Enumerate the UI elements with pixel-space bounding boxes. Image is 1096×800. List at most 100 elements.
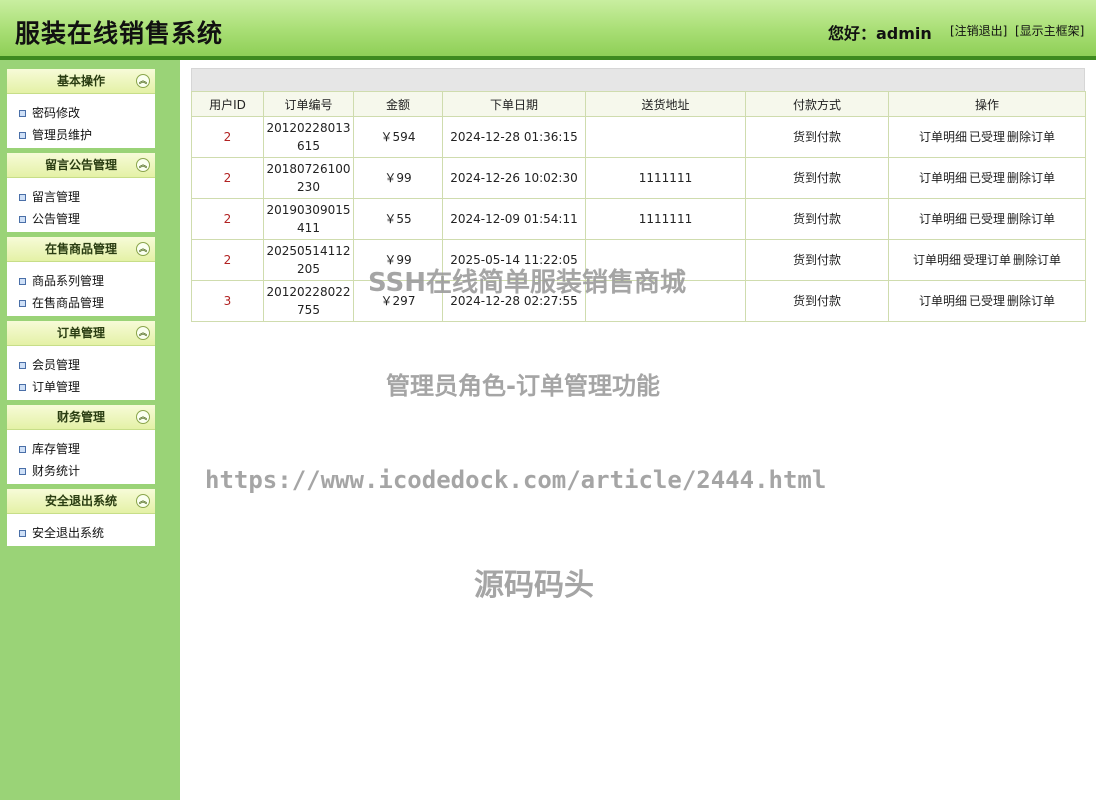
menu-item-label: 公告管理 [32,212,80,226]
panel-finance: 财务管理 ︽ 库存管理 财务统计 [7,405,155,484]
delete-order-link[interactable]: 删除订单 [1013,253,1061,267]
table-row: 2 20190309015411 ￥55 2024-12-09 01:54:11… [192,199,1086,240]
order-detail-link[interactable]: 订单明细 [919,294,967,308]
header-bar: 服装在线销售系统 您好：admin [注销退出] [显示主框架] [0,0,1096,60]
panel-basic-ops: 基本操作 ︽ 密码修改 管理员维护 [7,69,155,148]
delete-order-link[interactable]: 删除订单 [1007,212,1055,226]
address-cell: 1111111 [586,199,746,240]
order-date-cell: 2024-12-28 01:36:15 [443,117,586,158]
actions-cell: 订单明细已受理删除订单 [889,117,1086,158]
accepted-link[interactable]: 已受理 [969,130,1005,144]
bullet-icon [19,468,26,475]
accepted-link[interactable]: 已受理 [969,171,1005,185]
show-main-frame-link[interactable]: [显示主框架] [1015,22,1084,39]
panel-title: 留言公告管理 [45,158,117,172]
column-header: 操作 [889,92,1086,117]
user-id-cell: 3 [192,281,264,322]
amount-cell: ￥99 [354,158,443,199]
menu-item-products-on-sale[interactable]: 在售商品管理 [7,292,155,314]
panel-title: 订单管理 [57,326,105,340]
menu-item-label: 库存管理 [32,442,80,456]
menu-item-label: 会员管理 [32,358,80,372]
menu-item-label: 在售商品管理 [32,296,104,310]
panel-header[interactable]: 安全退出系统 ︽ [7,489,155,514]
orders-table: 用户ID 订单编号 金额 下单日期 送货地址 付款方式 操作 2 2012022… [191,91,1086,322]
amount-cell: ￥99 [354,240,443,281]
panel-products: 在售商品管理 ︽ 商品系列管理 在售商品管理 [7,237,155,316]
menu-item-members[interactable]: 会员管理 [7,354,155,376]
logout-link[interactable]: [注销退出] [950,22,1007,39]
chevron-up-icon[interactable]: ︽ [136,326,150,340]
order-date-cell: 2024-12-26 10:02:30 [443,158,586,199]
address-cell [586,117,746,158]
column-header: 用户ID [192,92,264,117]
bullet-icon [19,530,26,537]
menu-item-admin[interactable]: 管理员维护 [7,124,155,146]
table-row: 3 20120228022755 ￥297 2024-12-28 02:27:5… [192,281,1086,322]
order-date-cell: 2024-12-28 02:27:55 [443,281,586,322]
main-content: 用户ID 订单编号 金额 下单日期 送货地址 付款方式 操作 2 2012022… [191,68,1085,322]
panel-orders: 订单管理 ︽ 会员管理 订单管理 [7,321,155,400]
order-detail-link[interactable]: 订单明细 [919,171,967,185]
bullet-icon [19,216,26,223]
order-detail-link[interactable]: 订单明细 [913,253,961,267]
panel-header[interactable]: 基本操作 ︽ [7,69,155,94]
bullet-icon [19,362,26,369]
accepted-link[interactable]: 已受理 [969,294,1005,308]
panel-exit: 安全退出系统 ︽ 安全退出系统 [7,489,155,546]
delete-order-link[interactable]: 删除订单 [1007,171,1055,185]
menu-item-password[interactable]: 密码修改 [7,102,155,124]
order-number-cell: 20120228013615 [264,117,354,158]
panel-title: 在售商品管理 [45,242,117,256]
panel-title: 安全退出系统 [45,494,117,508]
menu-item-product-series[interactable]: 商品系列管理 [7,270,155,292]
user-id-cell: 2 [192,199,264,240]
delete-order-link[interactable]: 删除订单 [1007,294,1055,308]
panel-header[interactable]: 财务管理 ︽ [7,405,155,430]
amount-cell: ￥594 [354,117,443,158]
payment-cell: 货到付款 [746,158,889,199]
accepted-link[interactable]: 已受理 [969,212,1005,226]
menu-item-orders[interactable]: 订单管理 [7,376,155,398]
menu-item-messages[interactable]: 留言管理 [7,186,155,208]
menu-item-label: 安全退出系统 [32,526,104,540]
payment-cell: 货到付款 [746,281,889,322]
menu-item-inventory[interactable]: 库存管理 [7,438,155,460]
menu-item-label: 订单管理 [32,380,80,394]
panel-title: 基本操作 [57,74,105,88]
order-number-cell: 20250514112205 [264,240,354,281]
order-detail-link[interactable]: 订单明细 [919,130,967,144]
delete-order-link[interactable]: 删除订单 [1007,130,1055,144]
accept-order-link[interactable]: 受理订单 [963,253,1011,267]
chevron-up-icon[interactable]: ︽ [136,74,150,88]
watermark-subtitle: 管理员角色-订单管理功能 [386,366,660,401]
column-header: 订单编号 [264,92,354,117]
chevron-up-icon[interactable]: ︽ [136,494,150,508]
panel-header[interactable]: 留言公告管理 ︽ [7,153,155,178]
user-id-cell: 2 [192,117,264,158]
amount-cell: ￥55 [354,199,443,240]
order-number-cell: 20190309015411 [264,199,354,240]
address-cell [586,240,746,281]
chevron-up-icon[interactable]: ︽ [136,410,150,424]
amount-cell: ￥297 [354,281,443,322]
panel-header[interactable]: 订单管理 ︽ [7,321,155,346]
menu-item-exit-system[interactable]: 安全退出系统 [7,522,155,544]
address-cell: 1111111 [586,158,746,199]
chevron-up-icon[interactable]: ︽ [136,158,150,172]
column-header: 下单日期 [443,92,586,117]
menu-item-label: 密码修改 [32,106,80,120]
chevron-up-icon[interactable]: ︽ [136,242,150,256]
menu-item-label: 管理员维护 [32,128,92,142]
bullet-icon [19,110,26,117]
payment-cell: 货到付款 [746,199,889,240]
menu-item-notices[interactable]: 公告管理 [7,208,155,230]
order-detail-link[interactable]: 订单明细 [919,212,967,226]
bullet-icon [19,384,26,391]
panel-header[interactable]: 在售商品管理 ︽ [7,237,155,262]
actions-cell: 订单明细已受理删除订单 [889,281,1086,322]
user-id-cell: 2 [192,158,264,199]
menu-item-finance-stats[interactable]: 财务统计 [7,460,155,482]
order-number-cell: 20120228022755 [264,281,354,322]
actions-cell: 订单明细已受理删除订单 [889,158,1086,199]
